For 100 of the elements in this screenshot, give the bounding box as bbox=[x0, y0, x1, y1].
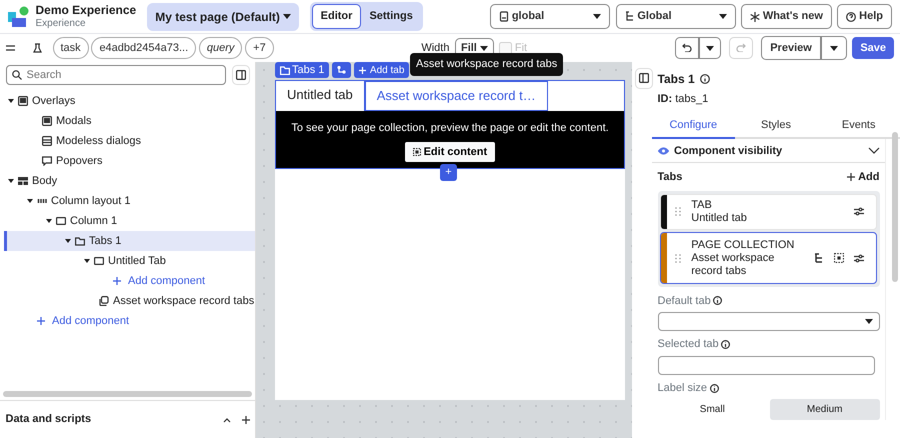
plus-icon bbox=[847, 173, 856, 181]
tree-item[interactable]: Popovers bbox=[4, 150, 255, 171]
hierarchy-button[interactable] bbox=[332, 62, 352, 78]
section-title: Tabs bbox=[658, 170, 684, 185]
column-icon bbox=[94, 256, 104, 266]
tree-item[interactable]: Asset workspace record tabs bbox=[4, 290, 255, 311]
dialog-icon bbox=[42, 136, 52, 146]
sliders-icon[interactable] bbox=[854, 207, 864, 216]
component-button[interactable]: Tabs 1 bbox=[275, 62, 330, 78]
chevron-down-icon bbox=[868, 147, 880, 154]
tree-item[interactable]: Untitled Tab bbox=[4, 250, 255, 271]
undo-menu-button[interactable] bbox=[698, 36, 721, 60]
tree-item[interactable]: Column layout 1 bbox=[4, 190, 255, 211]
search-icon bbox=[12, 70, 22, 80]
hierarchy-icon[interactable] bbox=[814, 253, 824, 264]
drag-handle-icon[interactable] bbox=[675, 254, 682, 263]
popover-icon bbox=[42, 156, 52, 166]
select-icon[interactable] bbox=[834, 253, 844, 264]
sliders-icon[interactable] bbox=[854, 254, 864, 263]
tab-card[interactable]: PAGE COLLECTION Asset workspace record tabs bbox=[660, 232, 877, 284]
default-tab-dropdown[interactable] bbox=[658, 312, 880, 331]
panel-title: Tabs 1 bbox=[658, 71, 695, 88]
search-field[interactable]: Search bbox=[6, 65, 226, 85]
expand-caret-icon[interactable] bbox=[65, 238, 71, 243]
undo-button[interactable] bbox=[674, 36, 699, 60]
tab-label: Asset workspace record tabs bbox=[691, 252, 776, 278]
app-subtitle: Experience bbox=[36, 18, 87, 30]
tree-item[interactable]: Tabs 1 bbox=[4, 230, 255, 251]
panel-tab[interactable]: Configure bbox=[652, 112, 735, 140]
hierarchy-icon bbox=[624, 11, 635, 22]
variable-chip[interactable]: task bbox=[52, 36, 89, 60]
tab-type: TAB bbox=[691, 198, 713, 212]
expand-caret-icon[interactable] bbox=[8, 98, 14, 103]
field-label: Selected tab bbox=[658, 337, 719, 352]
scrollbar[interactable] bbox=[2, 391, 252, 398]
field-label: Default tab bbox=[658, 294, 711, 308]
add-tab-button[interactable]: Add bbox=[847, 168, 880, 186]
info-icon[interactable] bbox=[713, 296, 722, 306]
visibility-section-header[interactable]: Component visibility bbox=[652, 139, 885, 164]
add-tab-button[interactable]: Add tab bbox=[354, 62, 410, 78]
variable-chip[interactable]: +7 bbox=[245, 36, 274, 60]
collapse-panel-button[interactable] bbox=[232, 64, 250, 86]
variable-chip[interactable]: query bbox=[198, 36, 242, 60]
sparkle-icon bbox=[750, 12, 760, 22]
tab-type: PAGE COLLECTION bbox=[691, 239, 796, 252]
info-icon[interactable] bbox=[721, 340, 730, 349]
variable-chip[interactable]: e4adbd2454a73... bbox=[91, 36, 196, 60]
logo-icon bbox=[8, 6, 30, 28]
label-size-option[interactable]: Small bbox=[658, 399, 768, 420]
add-component-link[interactable]: Add component bbox=[4, 310, 255, 331]
tree-item[interactable]: Modeless dialogs bbox=[4, 130, 255, 151]
panel-tab[interactable]: Styles bbox=[734, 112, 818, 140]
add-component-link[interactable]: Add component bbox=[4, 270, 255, 291]
label-size-option[interactable]: Medium bbox=[770, 399, 880, 420]
preview-button[interactable]: Preview bbox=[761, 36, 821, 60]
plus-icon[interactable] bbox=[242, 416, 250, 424]
folder-icon bbox=[280, 66, 290, 74]
whats-new-button[interactable]: What's new bbox=[741, 4, 832, 29]
field-label: Label size bbox=[658, 381, 708, 396]
help-icon bbox=[846, 12, 856, 22]
modal-icon bbox=[42, 116, 52, 126]
chevron-up-icon[interactable] bbox=[222, 416, 230, 422]
tooltip: Asset workspace record tabs bbox=[410, 53, 564, 76]
tab[interactable]: Asset workspace record t… bbox=[364, 81, 548, 110]
page-dropdown[interactable]: My test page (Default) bbox=[147, 2, 299, 30]
plus-icon bbox=[113, 276, 121, 285]
help-button[interactable]: Help bbox=[837, 4, 892, 29]
hierarchy-icon bbox=[337, 66, 346, 74]
component-id: ID: tabs_1 bbox=[656, 92, 710, 107]
eye-icon bbox=[658, 146, 668, 155]
edit-content-button[interactable]: Edit content bbox=[404, 142, 496, 162]
tree-item[interactable]: Column 1 bbox=[4, 210, 255, 231]
tabs-icon bbox=[75, 236, 85, 246]
body-icon bbox=[18, 176, 28, 186]
tab-card[interactable]: TAB Untitled tab bbox=[660, 194, 877, 230]
drag-handle-icon[interactable] bbox=[675, 207, 682, 216]
add-button[interactable]: + bbox=[440, 164, 457, 181]
expand-caret-icon[interactable] bbox=[84, 258, 90, 263]
preview-menu-button[interactable] bbox=[820, 36, 847, 60]
info-icon[interactable] bbox=[700, 74, 710, 84]
tree-item[interactable]: Body bbox=[4, 170, 255, 191]
tree-item[interactable]: Modals bbox=[4, 110, 255, 131]
menu-icon[interactable] bbox=[6, 44, 16, 52]
selected-tab-input[interactable] bbox=[658, 356, 874, 374]
mode-tab[interactable]: Settings bbox=[361, 4, 421, 29]
scope-dropdown[interactable]: global bbox=[490, 4, 610, 29]
expand-caret-icon[interactable] bbox=[27, 198, 33, 203]
message-text: To see your page collection, preview the page or edit the content. bbox=[290, 120, 610, 136]
expand-caret-icon[interactable] bbox=[46, 218, 52, 223]
expand-caret-icon[interactable] bbox=[8, 178, 14, 183]
mode-tab[interactable]: Editor bbox=[312, 4, 362, 29]
save-button[interactable]: Save bbox=[852, 36, 894, 60]
info-icon[interactable] bbox=[710, 384, 719, 393]
collapse-panel-button[interactable] bbox=[635, 68, 653, 88]
tree-item[interactable]: Overlays bbox=[4, 90, 255, 111]
panel-icon bbox=[639, 73, 649, 84]
workspace-dropdown[interactable]: Global bbox=[616, 4, 736, 29]
tab-label: Untitled tab bbox=[691, 212, 748, 224]
scrollbar[interactable] bbox=[892, 132, 898, 282]
flask-icon[interactable] bbox=[32, 43, 42, 53]
